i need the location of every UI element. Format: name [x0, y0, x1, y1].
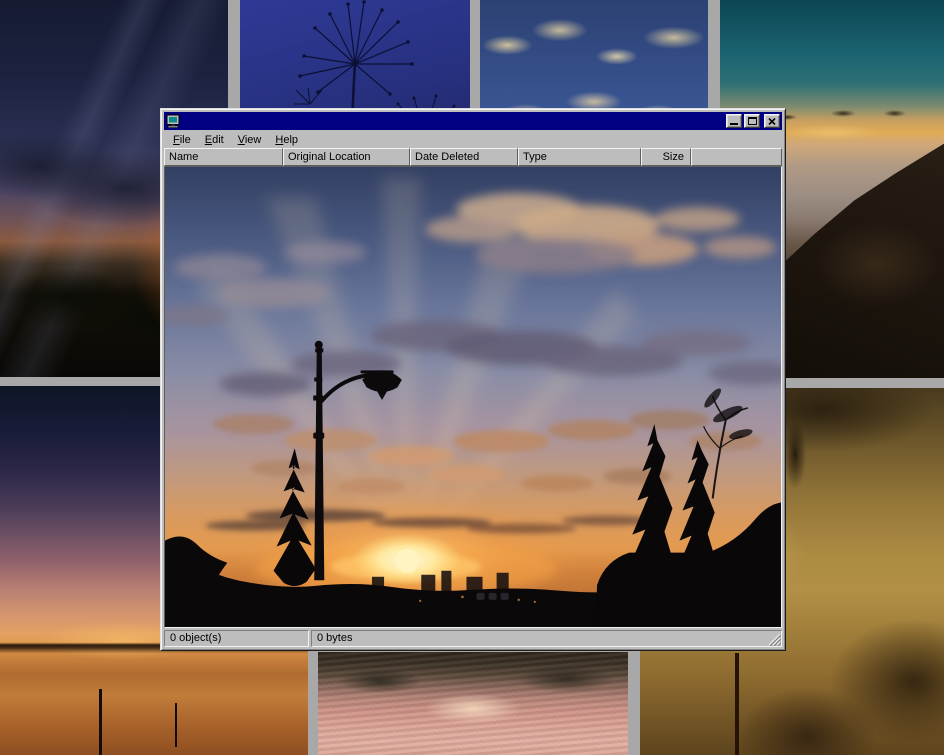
recycle-bin-window: File Edit View Help Name Original Locati…	[160, 108, 786, 651]
file-list-area[interactable]	[164, 166, 782, 628]
column-header-size[interactable]: Size	[641, 148, 691, 166]
water-pole	[99, 689, 102, 755]
status-bar: 0 object(s) 0 bytes	[164, 630, 782, 647]
status-object-count: 0 object(s)	[164, 630, 309, 647]
column-header-name[interactable]: Name	[164, 148, 283, 166]
computer-icon[interactable]	[166, 114, 180, 128]
column-header-type[interactable]: Type	[518, 148, 641, 166]
close-button[interactable]	[764, 114, 780, 128]
column-header-date-deleted[interactable]: Date Deleted	[410, 148, 518, 166]
minimize-button[interactable]	[726, 114, 742, 128]
resize-grip[interactable]	[768, 633, 781, 646]
menu-item-file[interactable]: File	[166, 132, 198, 148]
window-controls	[726, 114, 780, 128]
menu-item-view[interactable]: View	[231, 132, 269, 148]
sunset-lamp-photo	[165, 167, 781, 627]
column-header-filler	[691, 148, 782, 166]
menu-item-help[interactable]: Help	[268, 132, 305, 148]
menu-item-edit[interactable]: Edit	[198, 132, 231, 148]
column-header-row: Name Original Location Date Deleted Type…	[164, 148, 782, 166]
close-icon	[768, 118, 776, 125]
menu-bar: File Edit View Help	[164, 131, 782, 148]
lamp-post-silhouette	[735, 653, 739, 755]
maximize-icon	[748, 117, 757, 125]
title-bar[interactable]	[164, 112, 782, 130]
status-byte-count: 0 bytes	[311, 630, 782, 647]
wallpaper-tile-water-reflection	[318, 652, 628, 755]
maximize-button[interactable]	[744, 114, 760, 128]
column-header-original-location[interactable]: Original Location	[283, 148, 410, 166]
minimize-icon	[730, 123, 738, 125]
water-pole	[175, 703, 177, 747]
